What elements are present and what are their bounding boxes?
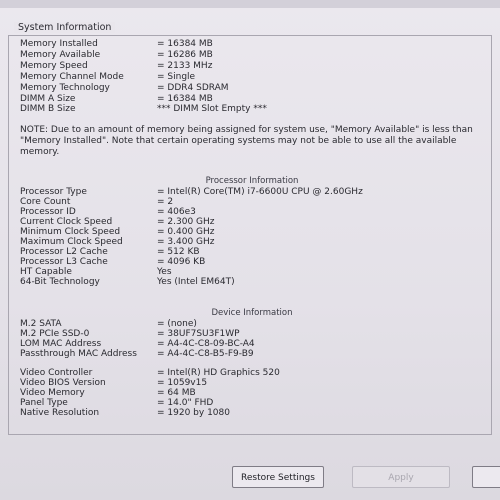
partial-button[interactable] [472, 466, 500, 488]
row-value: Yes (Intel EM64T) [157, 277, 235, 287]
row-value: *** DIMM Slot Empty *** [157, 104, 267, 114]
row-label: DIMM B Size [20, 104, 76, 114]
row-label: Memory Available [20, 50, 101, 60]
row-value: = Single [157, 72, 196, 82]
restore-settings-button[interactable]: Restore Settings [232, 466, 324, 488]
row-value: = 1920 by 1080 [157, 408, 230, 418]
row-value: = DDR4 SDRAM [157, 83, 229, 93]
group-title: System Information [14, 22, 116, 33]
apply-button[interactable]: Apply [352, 466, 450, 488]
row-value: = 16286 MB [157, 50, 213, 60]
device-heading: Device Information [211, 308, 293, 318]
row-value: = 16384 MB [157, 39, 213, 49]
row-label: 64-Bit Technology [20, 277, 100, 287]
memory-note: NOTE: Due to an amount of memory being a… [20, 125, 473, 157]
row-label: Memory Technology [20, 83, 110, 93]
row-value: = 2133 MHz [157, 61, 213, 71]
row-label: Memory Channel Mode [20, 72, 124, 82]
row-label: Memory Speed [20, 61, 88, 71]
row-value: = A4-4C-C8-B5-F9-B9 [157, 349, 254, 359]
window-top-edge [0, 0, 500, 8]
info-panel: Memory Installed = 16384 MB Memory Avail… [14, 33, 490, 433]
row-value: = Intel(R) Core(TM) i7-6600U CPU @ 2.60G… [157, 187, 363, 197]
row-label: Native Resolution [20, 408, 100, 418]
processor-heading: Processor Information [205, 176, 299, 186]
row-label: Memory Installed [20, 39, 98, 49]
bios-screen: System Information Memory Installed = 16… [0, 0, 500, 500]
row-label: Passthrough MAC Address [20, 349, 137, 359]
